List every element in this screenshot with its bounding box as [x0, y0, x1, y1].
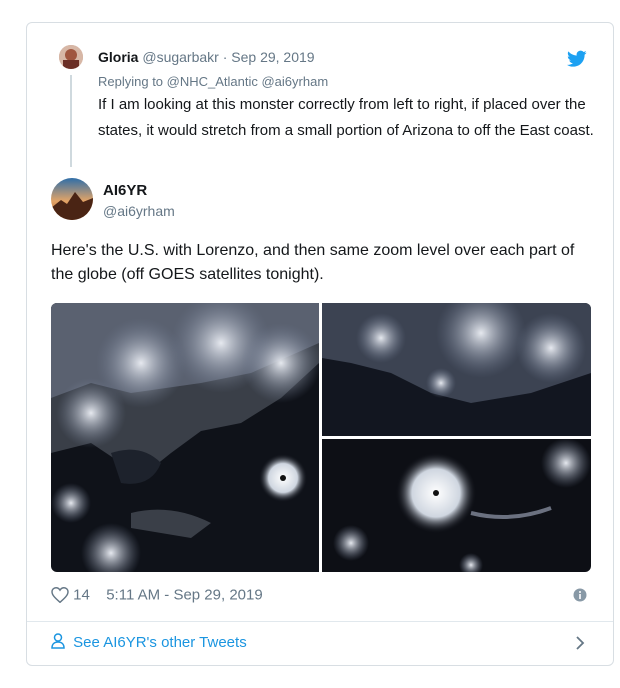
- twitter-bird-icon[interactable]: [567, 50, 587, 68]
- tweet-media[interactable]: [51, 303, 591, 572]
- reply-author-name[interactable]: Gloria: [98, 49, 138, 65]
- reply-text: If I am looking at this monster correctl…: [98, 96, 594, 139]
- reply-author-handle[interactable]: @sugarbakr: [142, 49, 218, 65]
- tweet-text: Here's the U.S. with Lorenzo, and then s…: [51, 242, 575, 283]
- reply-header: Gloria @sugarbakr · Sep 29, 2019: [98, 49, 315, 65]
- like-count[interactable]: 14: [73, 587, 90, 604]
- satellite-image-zoom-bottom[interactable]: [322, 438, 591, 572]
- reply-date[interactable]: Sep 29, 2019: [231, 49, 314, 65]
- reply-separator: ·: [222, 49, 228, 65]
- footer-divider: [27, 621, 613, 622]
- author-name[interactable]: AI6YR: [103, 182, 147, 199]
- chevron-right-icon[interactable]: [573, 635, 587, 651]
- satellite-image-zoom-top[interactable]: [322, 303, 591, 436]
- tweet-timestamp[interactable]: 5:11 AM - Sep 29, 2019: [106, 587, 263, 604]
- author-avatar[interactable]: [51, 178, 93, 220]
- replying-to[interactable]: Replying to @NHC_Atlantic @ai6yrham: [98, 74, 328, 89]
- satellite-image-us[interactable]: [51, 303, 321, 572]
- info-icon[interactable]: [573, 588, 587, 602]
- see-other-tweets-link[interactable]: See AI6YR's other Tweets: [51, 633, 247, 651]
- thread-line: [70, 75, 72, 167]
- heart-icon[interactable]: [51, 587, 69, 604]
- embedded-tweet-card: Gloria @sugarbakr · Sep 29, 2019 Replyin…: [26, 22, 614, 666]
- see-other-tweets-label[interactable]: See AI6YR's other Tweets: [73, 634, 247, 651]
- reply-avatar[interactable]: [59, 45, 83, 69]
- person-icon: [51, 633, 65, 649]
- reply-tweet: Gloria @sugarbakr · Sep 29, 2019 Replyin…: [27, 23, 613, 193]
- tweet-footer: 14 5:11 AM - Sep 29, 2019: [51, 586, 263, 606]
- author-handle[interactable]: @ai6yrham: [103, 203, 175, 219]
